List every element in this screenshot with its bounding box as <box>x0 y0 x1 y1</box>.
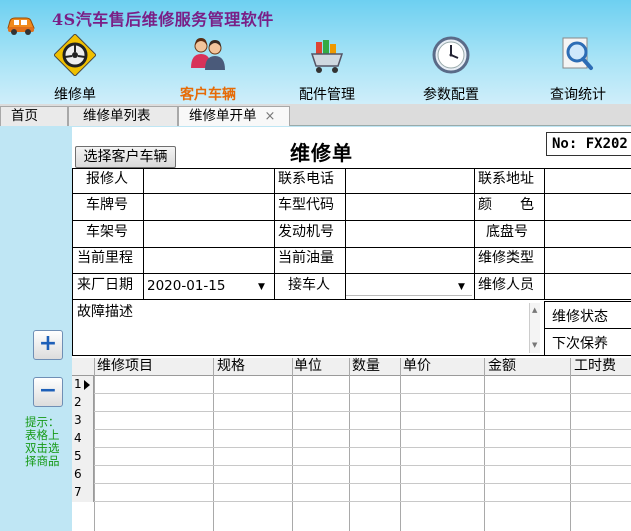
arrival-date-picker[interactable]: 2020-01-15 <box>147 278 225 294</box>
add-row-button[interactable]: + <box>33 330 63 360</box>
col-spec[interactable]: 规格 <box>217 358 245 375</box>
col-unit[interactable]: 单位 <box>294 358 322 375</box>
tab-bar: 首页 维修单列表 维修单开单 × <box>0 104 631 126</box>
form-rule <box>72 168 73 355</box>
frame-no-label: 车架号 <box>86 224 128 240</box>
steering-wheel-icon <box>54 34 96 76</box>
parts-cart-icon <box>310 40 344 73</box>
row-number: 4 <box>72 430 94 448</box>
table-row[interactable]: 7 <box>72 484 631 502</box>
minus-icon: − <box>38 378 58 403</box>
tab-label: 维修单列表 <box>83 108 151 124</box>
plus-icon: + <box>38 331 58 356</box>
nav-label: 配件管理 <box>299 87 355 103</box>
row-number: 2 <box>72 394 94 412</box>
repair-type-label: 维修类型 <box>478 250 534 266</box>
scroll-up-icon[interactable]: ▲ <box>532 306 537 314</box>
remove-row-button[interactable]: − <box>33 377 63 407</box>
nav-label: 参数配置 <box>423 87 479 103</box>
table-row[interactable]: 2 <box>72 394 631 412</box>
col-repair-item[interactable]: 维修项目 <box>97 358 153 375</box>
tab-repair-order-list[interactable]: 维修单列表 <box>68 106 178 126</box>
repairman-label: 维修人员 <box>478 277 534 293</box>
model-code-label: 车型代码 <box>278 197 334 213</box>
form-rule <box>72 193 631 194</box>
form-rule <box>72 247 631 248</box>
form-rule <box>274 168 275 299</box>
form-rule <box>143 168 144 299</box>
tab-label: 维修单开单 <box>189 108 257 124</box>
nav-query-statistics[interactable]: 查询统计 <box>533 32 623 104</box>
tab-home[interactable]: 首页 <box>0 106 68 126</box>
color-label: 颜 色 <box>478 197 534 213</box>
table-row[interactable]: 1 <box>72 376 631 394</box>
receiver-label: 接车人 <box>288 277 330 293</box>
nav-label: 客户车辆 <box>180 87 236 103</box>
repair-order-form: 选择客户车辆 维修单 No: FX202 报修人 联系电话 联系地址 车牌号 车… <box>72 127 631 531</box>
tab-label: 首页 <box>11 108 38 124</box>
nav-repair-order[interactable]: 维修单 <box>30 32 120 104</box>
arrival-date-label: 来厂日期 <box>77 277 133 293</box>
row-number: 7 <box>72 484 94 502</box>
address-label: 联系地址 <box>478 171 534 187</box>
table-row[interactable]: 5 <box>72 448 631 466</box>
table-row[interactable]: 4 <box>72 430 631 448</box>
form-title: 维修单 <box>290 141 353 165</box>
form-rule <box>544 168 545 299</box>
col-labor-fee[interactable]: 工时费 <box>574 358 616 375</box>
table-row[interactable]: 3 <box>72 412 631 430</box>
app-title: 4S汽车售后维修服务管理软件 <box>52 10 274 29</box>
app-header: 4S汽车售后维修服务管理软件 维修单 客户车辆 配件管理 参数配置 查询统计 <box>0 0 631 104</box>
nav-parameter-config[interactable]: 参数配置 <box>406 32 496 104</box>
nav-label: 维修单 <box>54 87 96 103</box>
clock-icon <box>432 36 470 74</box>
dropdown-arrow-icon[interactable]: ▼ <box>458 282 465 292</box>
next-maintenance-label: 下次保养 <box>552 336 608 352</box>
form-rule <box>72 220 631 221</box>
row-number: 6 <box>72 466 94 484</box>
close-icon[interactable]: × <box>265 109 276 124</box>
fuel-label: 当前油量 <box>278 250 334 266</box>
dropdown-arrow-icon[interactable]: ▼ <box>258 282 265 292</box>
row-number: 1 <box>72 376 94 394</box>
plate-label: 车牌号 <box>86 197 128 213</box>
form-rule <box>474 168 475 299</box>
magnifier-icon <box>562 37 593 70</box>
form-rule <box>345 168 346 299</box>
chassis-no-label: 底盘号 <box>486 224 528 240</box>
mileage-label: 当前里程 <box>77 250 133 266</box>
form-rule <box>72 273 631 274</box>
row-number: 5 <box>72 448 94 466</box>
grid-header: 维修项目 规格 单位 数量 单价 金额 工时费 <box>72 358 631 376</box>
select-customer-vehicle-button[interactable]: 选择客户车辆 <box>75 146 176 168</box>
tab-new-repair-order[interactable]: 维修单开单 × <box>178 106 290 126</box>
row-number: 3 <box>72 412 94 430</box>
form-rule <box>72 168 631 169</box>
table-row[interactable]: 6 <box>72 466 631 484</box>
engine-no-label: 发动机号 <box>278 224 334 240</box>
scrollbar[interactable]: ▲ ▼ <box>529 303 540 353</box>
col-unit-price[interactable]: 单价 <box>403 358 431 375</box>
repair-items-grid[interactable]: 维修项目 规格 单位 数量 单价 金额 工时费 1 2 3 4 5 6 7 <box>72 358 631 531</box>
order-number: No: FX202 <box>546 132 631 156</box>
current-row-icon <box>84 380 90 390</box>
repair-status-field[interactable]: 维修状态 <box>544 301 631 329</box>
scroll-down-icon[interactable]: ▼ <box>532 341 537 349</box>
hint-text: 提示：表格上双击选择商品 <box>25 415 60 468</box>
reporter-label: 报修人 <box>86 171 128 187</box>
combo-underline <box>346 295 472 296</box>
col-amount[interactable]: 金额 <box>488 358 516 375</box>
next-maintenance-field[interactable]: 下次保养 <box>544 328 631 356</box>
customers-icon <box>191 38 225 70</box>
fault-label: 故障描述 <box>77 304 133 320</box>
repair-status-label: 维修状态 <box>552 309 608 325</box>
fault-description-input[interactable] <box>144 300 540 354</box>
phone-label: 联系电话 <box>278 171 334 187</box>
left-panel: + − 提示：表格上双击选择商品 <box>0 127 72 531</box>
nav-parts-management[interactable]: 配件管理 <box>282 32 372 104</box>
nav-label: 查询统计 <box>550 87 606 103</box>
col-quantity[interactable]: 数量 <box>352 358 380 375</box>
nav-customer-vehicle[interactable]: 客户车辆 <box>163 32 253 104</box>
